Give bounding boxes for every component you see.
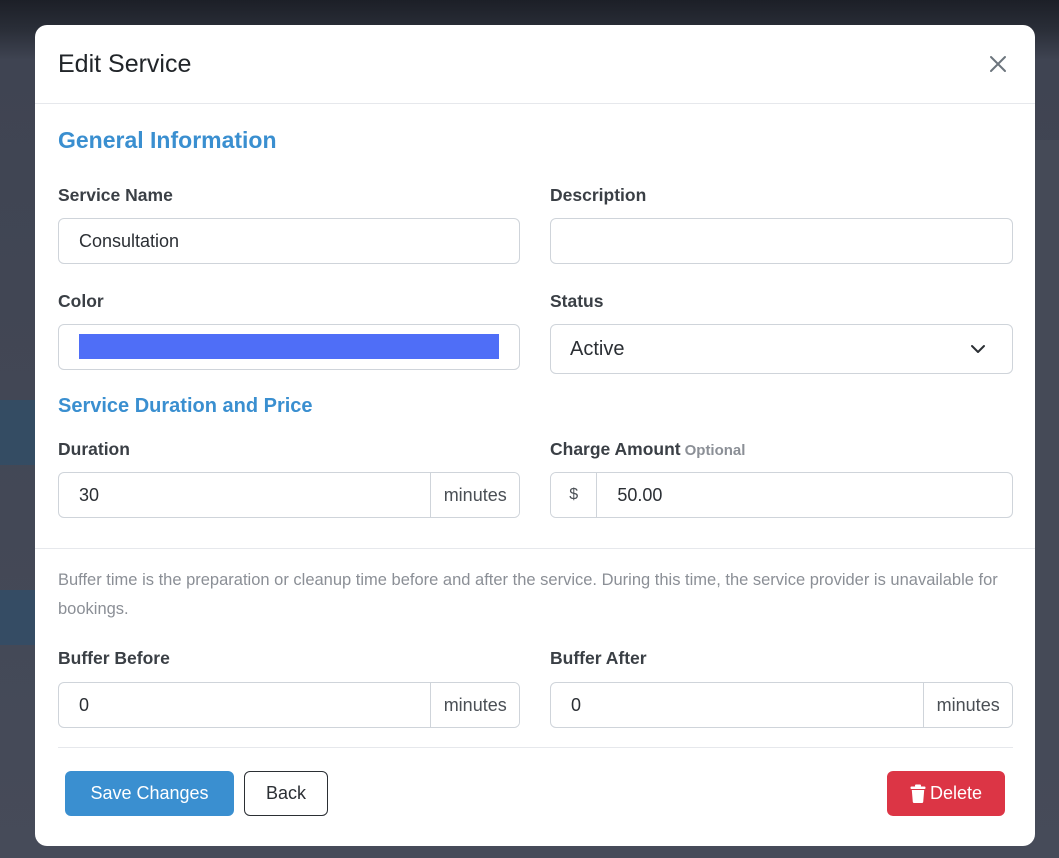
status-selected-value: Active	[570, 337, 625, 360]
status-label: Status	[550, 291, 604, 311]
modal-header: Edit Service	[35, 25, 1035, 104]
buffer-after-input[interactable]	[551, 683, 924, 727]
charge-amount-label-text: Charge Amount	[550, 439, 681, 459]
buffer-after-label: Buffer After	[550, 648, 647, 668]
section-divider	[35, 548, 1035, 549]
optional-hint: Optional	[684, 442, 746, 459]
buffer-help-text: Buffer time is the preparation or cleanu…	[58, 571, 998, 618]
close-icon	[990, 56, 1006, 72]
buffer-before-input-group: minutes	[58, 682, 520, 728]
description-label: Description	[550, 185, 647, 205]
section-general-heading: General Information	[58, 127, 277, 153]
service-name-label: Service Name	[58, 185, 173, 205]
service-name-field[interactable]	[58, 218, 520, 264]
trash-icon	[910, 784, 926, 803]
duration-unit: minutes	[430, 473, 519, 517]
delete-button[interactable]: Delete	[887, 771, 1005, 816]
close-button[interactable]	[983, 49, 1013, 79]
buffer-before-unit: minutes	[430, 683, 519, 727]
color-swatch	[79, 334, 499, 359]
back-button[interactable]: Back	[244, 771, 328, 816]
currency-symbol: $	[551, 473, 598, 517]
charge-amount-label: Charge Amount Optional	[550, 439, 745, 460]
buffer-before-label: Buffer Before	[58, 648, 170, 668]
status-select[interactable]: Active	[550, 324, 1013, 374]
save-changes-button[interactable]: Save Changes	[65, 771, 234, 816]
description-input[interactable]	[551, 219, 1012, 263]
duration-label: Duration	[58, 439, 130, 459]
color-picker[interactable]	[58, 324, 520, 370]
charge-amount-input-group: $	[550, 472, 1013, 518]
buffer-before-input[interactable]	[59, 683, 431, 727]
section-duration-heading: Service Duration and Price	[58, 395, 313, 417]
duration-input[interactable]	[59, 473, 431, 517]
chevron-down-icon	[971, 345, 985, 353]
color-label: Color	[58, 291, 104, 311]
buffer-after-unit: minutes	[923, 683, 1012, 727]
edit-service-modal: Edit Service General Information Service…	[35, 25, 1035, 846]
buffer-after-input-group: minutes	[550, 682, 1013, 728]
description-field[interactable]	[550, 218, 1013, 264]
footer-divider	[58, 747, 1013, 748]
duration-input-group: minutes	[58, 472, 520, 518]
charge-amount-input[interactable]	[597, 473, 1012, 517]
modal-title: Edit Service	[58, 49, 192, 78]
delete-button-label: Delete	[929, 783, 983, 803]
service-name-input[interactable]	[59, 219, 519, 263]
